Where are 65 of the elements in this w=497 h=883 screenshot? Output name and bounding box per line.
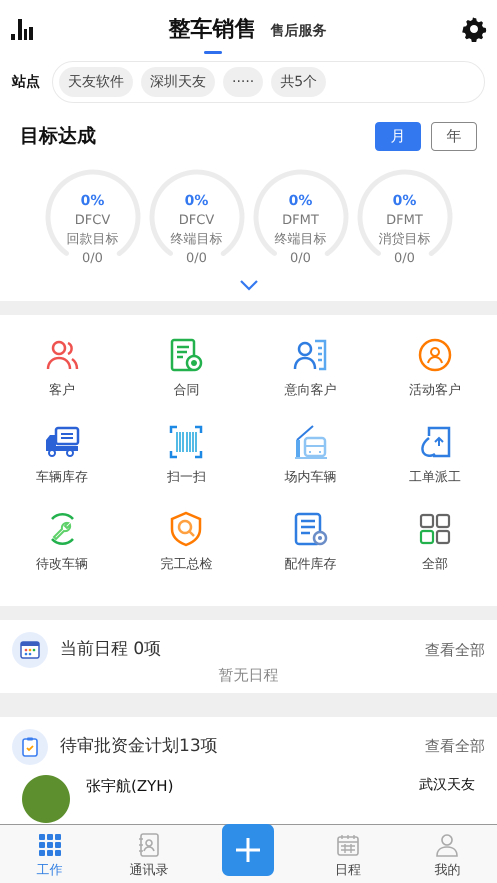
shortcut-item[interactable]: 活动客户 xyxy=(372,337,497,424)
shortcut-item[interactable]: 意向客户 xyxy=(248,337,373,424)
tab-bar-item[interactable]: 我的 xyxy=(434,825,460,883)
shortcut-item[interactable]: 合同 xyxy=(124,337,248,424)
document-gear-icon xyxy=(292,511,329,547)
section-title: 当前日程 0项 xyxy=(60,638,162,662)
add-button[interactable] xyxy=(222,824,274,876)
shortcut-item[interactable]: 配件库存 xyxy=(248,511,373,598)
settings-icon[interactable] xyxy=(461,16,487,42)
chevron-down-icon[interactable] xyxy=(238,279,258,291)
header-tab[interactable]: 整车销售 xyxy=(168,16,256,54)
tab-bar-item[interactable]: 通讯录 xyxy=(130,825,169,883)
bar-chart-icon[interactable] xyxy=(10,17,34,41)
plus-icon xyxy=(234,836,262,864)
section-title: 目标达成 xyxy=(20,124,96,150)
gauge-percent: 0% xyxy=(80,192,104,211)
person-icon xyxy=(435,833,460,857)
gauge-brand: DFCV xyxy=(74,212,110,230)
period-toggle[interactable]: 月 xyxy=(375,122,421,151)
gauge-percent: 0% xyxy=(184,192,208,211)
tab-bar-item[interactable]: 工作 xyxy=(36,825,63,883)
gauge-percent: 0% xyxy=(288,192,312,211)
gauge-ratio: 0/0 xyxy=(394,250,415,268)
calendar xyxy=(19,639,41,661)
gauge-brand: DFMT xyxy=(386,212,423,230)
tab-bar-item[interactable]: 日程 xyxy=(334,825,361,883)
shortcut-item[interactable]: 场内车辆 xyxy=(248,424,373,511)
shortcut-item[interactable]: 全部 xyxy=(372,511,497,598)
gauge-ratio: 0/0 xyxy=(186,250,207,268)
period-toggle[interactable]: 年 xyxy=(431,122,477,151)
person-circle-icon xyxy=(416,337,453,373)
gauge-ratio: 0/0 xyxy=(82,250,103,268)
header-tab[interactable]: 售后服务 xyxy=(270,21,326,46)
avatar xyxy=(22,774,70,822)
site-label: 站点 xyxy=(12,72,40,92)
gauge-ratio: 0/0 xyxy=(290,250,311,268)
site-selector[interactable]: 天友软件 深圳天友 ····· 共5个 xyxy=(52,61,485,103)
shortcut-item[interactable]: 工单派工 xyxy=(372,424,497,511)
gauge-brand: DFMT xyxy=(282,212,319,230)
truck-icon xyxy=(44,424,80,460)
view-all-link[interactable]: 查看全部 xyxy=(425,735,485,758)
shortcut-item[interactable]: 待改车辆 xyxy=(0,511,124,598)
shortcut-item[interactable]: 扫一扫 xyxy=(124,424,248,511)
shortcut-item[interactable]: 车辆库存 xyxy=(0,424,124,511)
section-title: 待审批资金计划13项 xyxy=(60,734,219,758)
barrier-gate-icon xyxy=(292,424,329,460)
site-chip[interactable]: 深圳天友 xyxy=(141,67,215,97)
site-chip[interactable]: ····· xyxy=(223,67,264,97)
person-list-icon xyxy=(292,337,329,373)
site-name: 武汉天友 xyxy=(419,776,475,794)
site-chip[interactable]: 共5个 xyxy=(271,67,326,97)
address-book-icon xyxy=(137,833,162,857)
shortcut-item[interactable]: 完工总检 xyxy=(124,511,248,598)
calendar-icon xyxy=(336,833,360,857)
shortcut-item[interactable]: 客户 xyxy=(0,337,124,424)
gauge-brand: DFCV xyxy=(178,212,214,230)
view-all-link[interactable]: 查看全部 xyxy=(425,638,485,662)
shield-search-icon xyxy=(168,511,204,547)
person-name: 张宇航(ZYH) xyxy=(86,776,174,796)
grid-icon xyxy=(38,833,62,857)
barcode-scan-icon xyxy=(168,424,204,460)
empty-message: 暂无日程 xyxy=(218,666,278,684)
gauge-percent: 0% xyxy=(392,192,416,211)
clipboard xyxy=(19,736,41,758)
site-chip[interactable]: 天友软件 xyxy=(59,67,133,97)
